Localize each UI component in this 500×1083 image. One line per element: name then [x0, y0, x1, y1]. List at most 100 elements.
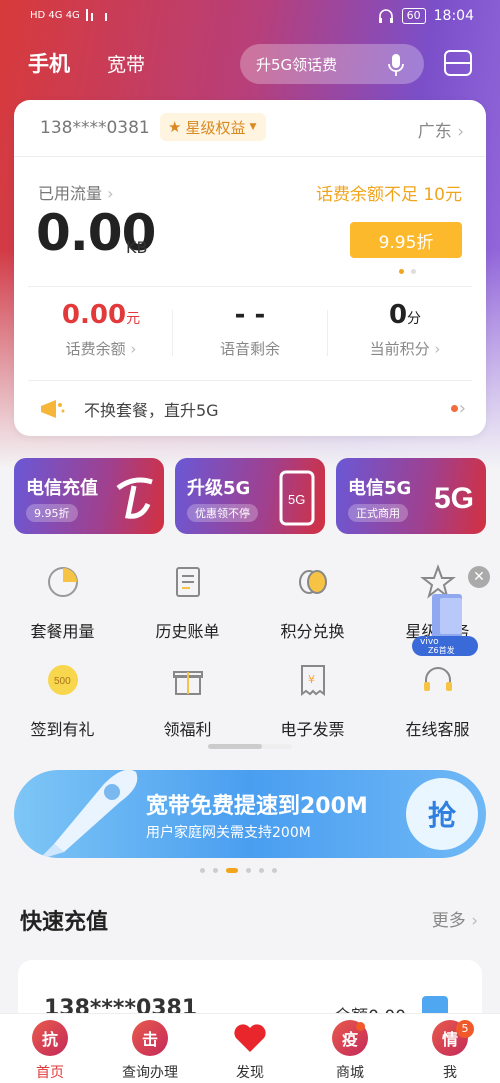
svg-text:¥: ¥ [308, 673, 315, 686]
tab-discover[interactable]: 发现 [210, 1020, 290, 1082]
stat-label: 当前积分 [369, 340, 430, 358]
carousel-dot [246, 868, 251, 873]
tab-label: 发现 [236, 1065, 264, 1081]
grid-item-points-exchange[interactable]: 积分兑换 [250, 564, 375, 642]
caret-down-icon: ▼ [249, 122, 257, 132]
banner-recharge[interactable]: 电信充值 9.95折 [14, 458, 164, 534]
discount-button[interactable]: 9.95折 [350, 222, 462, 258]
account-card: 138****0381 ★ 星级权益 ▼ 广东 › 已用流量 › 0.00 KB… [14, 100, 486, 436]
grid-label: 积分兑换 [280, 622, 345, 641]
battery-indicator: 60 [401, 8, 426, 24]
network-indicators: HD 4G 4G [30, 9, 107, 21]
search-text: 升5G领话费 [256, 55, 338, 74]
stat-voice[interactable]: - - 语音剩余 [175, 300, 325, 359]
stat-value: - - [234, 300, 266, 330]
banner-telecom-5g[interactable]: 电信5G 正式商用 5G [336, 458, 486, 534]
tab-icon: 抗 [32, 1020, 68, 1056]
chevron-right-icon: › [107, 184, 114, 203]
section-title: 快速充值 [20, 910, 109, 935]
status-bar: HD 4G 4G 60 18:04 [0, 0, 500, 34]
star-icon: ★ [168, 118, 182, 136]
carousel-dot [272, 868, 277, 873]
clock: 18:04 [433, 8, 474, 24]
phone-5g-icon: 5G [279, 470, 315, 526]
tab-label: 商城 [336, 1065, 364, 1081]
grid-item-e-invoice[interactable]: ¥ 电子发票 [250, 662, 375, 740]
stat-value: 0 [388, 300, 408, 330]
carousel-dots [200, 868, 277, 873]
search-input[interactable]: 升5G领话费 [240, 44, 424, 84]
stat-unit: 元 [126, 311, 141, 327]
telecom-logo-icon [116, 477, 153, 519]
headphones-icon [378, 9, 393, 23]
grid-label: 在线客服 [405, 720, 470, 739]
chevron-right-icon: › [125, 340, 137, 358]
signal-icon [85, 9, 107, 21]
divider [14, 156, 486, 157]
more-link[interactable]: 更多 › [432, 906, 478, 931]
svg-text:5G: 5G [434, 482, 474, 515]
menu-icon[interactable] [444, 50, 472, 76]
svg-text:5G: 5G [288, 492, 305, 507]
tab-label: 首页 [36, 1065, 64, 1081]
chevron-right-icon: › [457, 122, 464, 142]
divider [172, 310, 173, 356]
star-badge[interactable]: ★ 星级权益 ▼ [160, 113, 267, 141]
vivo-model: Z6首发 [428, 646, 455, 655]
divider [28, 286, 472, 287]
divider [28, 380, 472, 381]
tab-broadband[interactable]: 宽带 [107, 50, 145, 77]
banner-title: 宽带免费提速到200M [146, 794, 368, 819]
megaphone-icon [41, 400, 65, 418]
tab-label: 查询办理 [122, 1065, 178, 1081]
grid-item-plan-usage[interactable]: 套餐用量 [0, 564, 125, 642]
coins-icon [298, 570, 327, 594]
tab-query[interactable]: 击 查询办理 [110, 1020, 190, 1082]
promo-text: 不换套餐，直升5G [84, 401, 219, 420]
gift-icon [172, 671, 203, 695]
coin-500-icon: 500 [47, 665, 78, 695]
banner-sub: 9.95折 [26, 504, 78, 522]
vivo-ad[interactable]: vivo Z6首发 [410, 592, 480, 658]
grid-item-history-bill[interactable]: 历史账单 [125, 564, 250, 642]
chevron-right-icon: › [458, 398, 466, 419]
banner-title: 升级5G [187, 478, 251, 499]
stat-balance[interactable]: 0.00元 话费余额 › [26, 300, 176, 359]
province-selector[interactable]: 广东 › [418, 117, 464, 142]
banner-upgrade-5g[interactable]: 升级5G 优惠领不停 5G [175, 458, 325, 534]
grid-item-checkin-gift[interactable]: 500 签到有礼 [0, 662, 125, 740]
used-data-label: 已用流量 [38, 184, 103, 203]
tab-me[interactable]: 情 5 我 [410, 1020, 490, 1082]
grab-button[interactable]: 抢 [406, 778, 478, 850]
banner-title: 电信5G [348, 478, 412, 499]
invoice-icon: ¥ [300, 665, 325, 696]
headset-icon [423, 667, 452, 691]
close-ad-button[interactable]: ✕ [468, 566, 490, 588]
top-nav: 手机 宽带 升5G领话费 [0, 40, 500, 86]
carousel-dot-active [399, 269, 404, 274]
carousel-dot [411, 269, 416, 274]
balance-warning: 话费余额不足 10元 [315, 185, 462, 205]
microphone-icon[interactable] [388, 53, 404, 77]
more-label: 更多 [431, 911, 466, 931]
notification-dot [451, 405, 458, 412]
grid-label: 领福利 [163, 720, 212, 739]
broadband-banner[interactable]: 宽带免费提速到200M 用户家庭网关需支持200M 抢 [14, 770, 486, 858]
tab-mall[interactable]: 疫 商城 [310, 1020, 390, 1082]
bottom-tab-bar: 抗 首页 击 查询办理 发现 疫 商城 情 5 我 [0, 1013, 500, 1083]
stat-points[interactable]: 0分 当前积分 › [330, 300, 480, 359]
used-data-link[interactable]: 已用流量 › [38, 180, 114, 204]
tab-phone[interactable]: 手机 [28, 48, 70, 78]
bill-icon [175, 567, 200, 597]
promo-row[interactable]: 不换套餐，直升5G [38, 395, 468, 423]
grid-scroll-indicator [208, 744, 292, 749]
carousel-dot-active [226, 868, 238, 873]
grid-item-online-support[interactable]: 在线客服 [375, 662, 500, 740]
banner-sub: 正式商用 [348, 504, 408, 522]
stat-value: 0.00 [61, 300, 127, 330]
tab-home[interactable]: 抗 首页 [10, 1020, 90, 1082]
carousel-dot [259, 868, 264, 873]
province-label: 广东 [417, 122, 452, 142]
pie-chart-icon [47, 567, 78, 597]
grid-item-welfare[interactable]: 领福利 [125, 662, 250, 740]
